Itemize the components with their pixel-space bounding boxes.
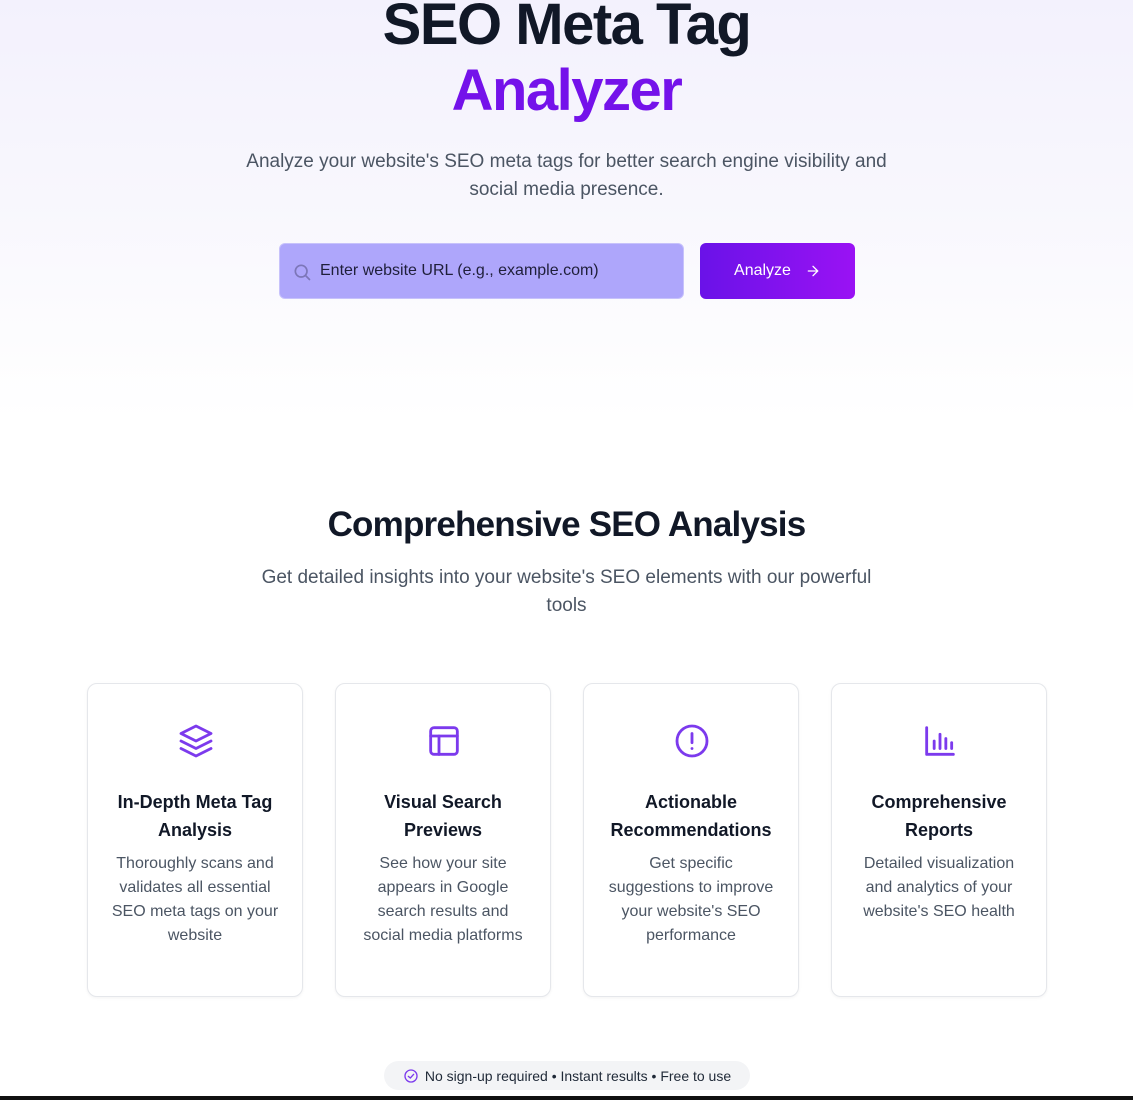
card-description: Get specific suggestions to improve your… [608, 855, 774, 944]
card-description: See how your site appears in Google sear… [363, 855, 523, 944]
feature-card-reports: Comprehensive Reports Detailed visualiza… [831, 683, 1047, 997]
arrow-right-icon [807, 265, 819, 277]
bar-chart-icon [925, 726, 955, 756]
layout-icon [429, 726, 459, 756]
card-description: Thoroughly scans and validates all essen… [111, 855, 279, 944]
title-line-1: SEO Meta Tag [382, 0, 752, 57]
section-title: Comprehensive SEO Analysis [327, 505, 807, 544]
analyze-button-label: Analyze [734, 262, 791, 279]
alert-circle-icon [675, 724, 709, 758]
card-title: Visual Search Previews [384, 792, 502, 840]
badge-text: No sign-up required • Instant results • … [424, 1067, 732, 1084]
card-title: Comprehensive Reports [871, 792, 1007, 840]
card-title: Actionable Recommendations [610, 792, 772, 840]
card-title: In-Depth Meta Tag Analysis [117, 792, 273, 840]
search-box[interactable] [279, 243, 684, 299]
page-title: SEO Meta Tag Analyzer [0, 0, 1133, 124]
layers-icon [179, 724, 213, 758]
analyze-button[interactable]: Analyze [700, 243, 855, 299]
title-line-2-accent: Analyzer [451, 58, 683, 123]
hero-subtitle: Analyze your website's SEO meta tags for… [246, 151, 887, 200]
page: SEO Meta Tag Analyzer Analyze your websi… [0, 0, 1133, 1100]
check-circle-icon [404, 1068, 418, 1083]
feature-card-meta-tag-analysis: In-Depth Meta Tag Analysis Thoroughly sc… [87, 683, 303, 997]
feature-card-recommendations: Actionable Recommendations Get specific … [583, 683, 799, 997]
card-description: Detailed visualization and analytics of … [863, 855, 1015, 920]
section-subtitle: Get detailed insights into your website'… [261, 567, 872, 616]
info-badge: No sign-up required • Instant results • … [384, 1061, 750, 1090]
search-icon [294, 264, 311, 281]
url-input[interactable] [320, 244, 675, 298]
bottom-edge [0, 1096, 1133, 1100]
feature-card-visual-previews: Visual Search Previews See how your site… [335, 683, 551, 997]
